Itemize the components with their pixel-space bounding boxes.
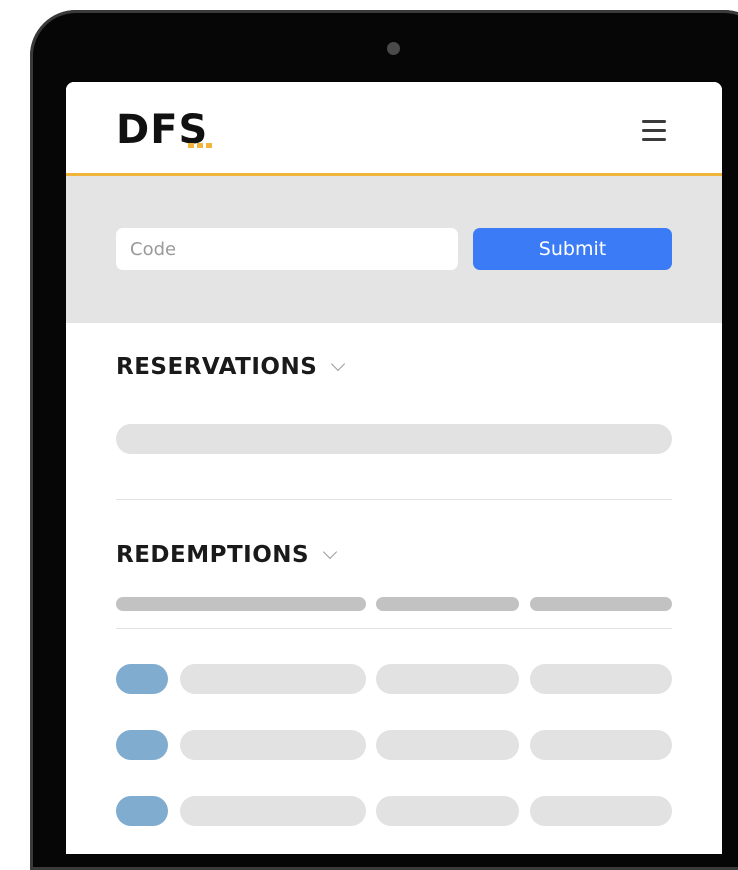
row-status-skeleton xyxy=(116,730,168,760)
row-cell-skeleton xyxy=(376,796,519,826)
code-entry-bar: Submit xyxy=(66,176,722,323)
row-cell-skeleton xyxy=(530,664,672,694)
row-status-skeleton xyxy=(116,796,168,826)
table-header-divider xyxy=(116,628,672,629)
row-cell-skeleton xyxy=(376,664,519,694)
logo-accent-dots xyxy=(188,143,212,148)
app-header: DFS xyxy=(66,82,722,176)
redemptions-section-toggle[interactable]: REDEMPTIONS xyxy=(116,542,338,568)
row-cell-skeleton xyxy=(530,730,672,760)
table-header-skeleton xyxy=(376,597,519,611)
front-camera xyxy=(387,42,400,55)
chevron-down-icon xyxy=(331,356,346,372)
section-divider xyxy=(116,499,672,500)
row-cell-skeleton xyxy=(180,796,366,826)
code-input[interactable] xyxy=(116,228,458,270)
submit-button[interactable]: Submit xyxy=(473,228,672,270)
table-header-skeleton xyxy=(116,597,366,611)
hamburger-menu-icon[interactable] xyxy=(640,118,670,144)
reservations-title: RESERVATIONS xyxy=(116,354,318,380)
reservations-section-toggle[interactable]: RESERVATIONS xyxy=(116,354,346,380)
reservation-skeleton-bar xyxy=(116,424,672,454)
chevron-down-icon xyxy=(323,544,338,560)
row-cell-skeleton xyxy=(180,730,366,760)
table-header-skeleton xyxy=(530,597,672,611)
redemptions-title: REDEMPTIONS xyxy=(116,542,310,568)
row-cell-skeleton xyxy=(376,730,519,760)
row-status-skeleton xyxy=(116,664,168,694)
row-cell-skeleton xyxy=(530,796,672,826)
app-screen: DFS Submit RESERVATIONS REDEMPTIONS xyxy=(66,82,722,854)
row-cell-skeleton xyxy=(180,664,366,694)
